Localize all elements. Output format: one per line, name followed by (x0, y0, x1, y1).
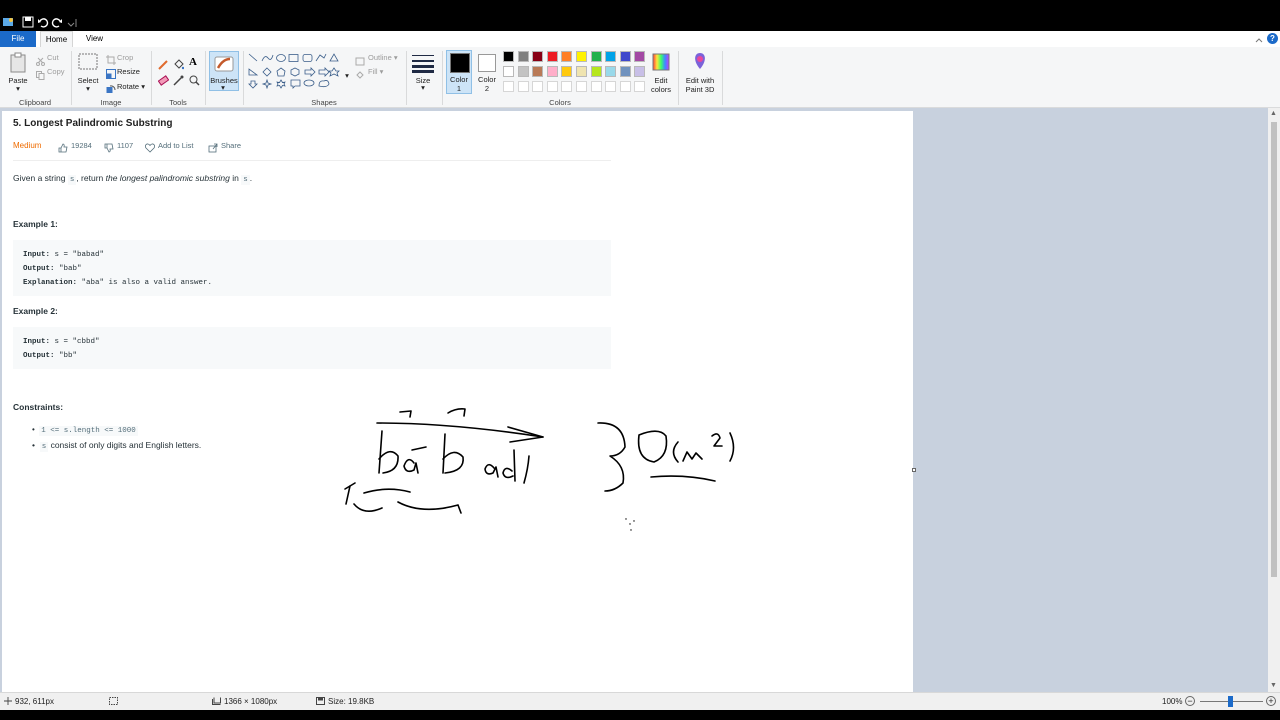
outline-button[interactable]: Outline ▾ (368, 53, 398, 62)
paint3d-label[interactable]: Edit with Paint 3D (680, 76, 720, 94)
scrollbar-thumb[interactable] (1271, 122, 1277, 577)
resize-button[interactable]: Resize (117, 67, 140, 76)
scroll-up-icon[interactable]: ▲ (1270, 110, 1277, 117)
color2-swatch[interactable] (478, 54, 496, 72)
rotate-icon (106, 81, 116, 99)
palette-swatch[interactable] (561, 51, 573, 62)
tools-group-label: Tools (169, 98, 187, 107)
shapes-scroll-icon[interactable]: ▾ (344, 71, 350, 80)
scroll-down-icon[interactable]: ▼ (1270, 682, 1277, 689)
palette-swatch[interactable] (532, 66, 544, 77)
palette-swatch[interactable] (590, 51, 602, 62)
cursor-position: 932, 611px (15, 697, 54, 706)
help-icon[interactable]: ? (1267, 33, 1278, 44)
custom-color-slot[interactable] (576, 81, 587, 92)
canvas-resize-handle[interactable] (912, 468, 916, 472)
palette-swatch[interactable] (576, 66, 587, 77)
palette-swatch[interactable] (634, 51, 646, 62)
palette-swatch[interactable] (576, 51, 587, 62)
image-dimensions-icon (212, 697, 221, 707)
undo-icon[interactable] (37, 16, 49, 28)
palette-swatch[interactable] (517, 51, 529, 62)
zoom-level: 100% (1162, 697, 1183, 706)
save-icon[interactable] (22, 16, 34, 28)
custom-color-slot[interactable] (634, 81, 646, 92)
image-group-label: Image (100, 98, 122, 107)
palette-swatch[interactable] (532, 51, 544, 62)
brushes-dropdown-icon[interactable]: ▾ (216, 83, 230, 92)
palette-swatch[interactable] (503, 51, 514, 62)
selection-size-icon (109, 697, 118, 707)
rotate-button[interactable]: Rotate ▾ (117, 82, 145, 91)
fill-icon (355, 67, 365, 85)
palette-swatch[interactable] (546, 51, 558, 62)
ribbon: Paste ▾ Cut Copy Clipboard Select ▾ Crop… (0, 47, 1280, 108)
status-bar: 932, 611px 1366 × 1080px Size: 19.8KB 10… (0, 692, 1280, 710)
color2-label: Color 2 (478, 75, 496, 93)
taskbar-edge (0, 710, 1280, 720)
custom-color-slot[interactable] (605, 81, 617, 92)
paste-icon[interactable] (9, 52, 27, 79)
paint3d-icon[interactable] (691, 52, 709, 77)
crop-button[interactable]: Crop (117, 53, 133, 62)
custom-color-slot[interactable] (532, 81, 544, 92)
file-size: Size: 19.8KB (328, 697, 375, 706)
colors-group-label: Colors (549, 98, 571, 107)
paint-app-icon (2, 16, 14, 28)
collapse-ribbon-icon[interactable] (1254, 33, 1264, 45)
palette-swatch[interactable] (619, 51, 631, 62)
magnifier-icon[interactable] (189, 73, 200, 91)
palette-swatch[interactable] (517, 66, 529, 77)
color1-swatch (450, 53, 470, 73)
custom-color-slot[interactable] (503, 81, 514, 92)
custom-color-slot[interactable] (517, 81, 529, 92)
color-picker-icon[interactable] (173, 73, 184, 91)
color1-label: Color 1 (450, 75, 468, 93)
zoom-slider-handle[interactable] (1228, 696, 1233, 707)
file-size-icon (316, 697, 325, 707)
cursor-position-icon (4, 697, 12, 707)
palette-swatch[interactable] (546, 66, 558, 77)
palette-swatch[interactable] (605, 51, 617, 62)
shapes-group-label: Shapes (311, 98, 337, 107)
eraser-icon[interactable] (157, 73, 170, 91)
size-dropdown-icon[interactable]: ▾ (416, 83, 430, 92)
tab-view[interactable]: View (78, 31, 111, 47)
edit-colors-label[interactable]: Edit colors (645, 76, 677, 94)
title-bar (0, 0, 1280, 31)
vertical-scrollbar[interactable]: ▲ ▼ (1268, 108, 1280, 692)
custom-color-slot[interactable] (619, 81, 631, 92)
palette-swatch[interactable] (561, 66, 573, 77)
ribbon-tabs: File Home View ? (0, 31, 1280, 47)
image-dimensions: 1366 × 1080px (224, 697, 278, 706)
zoom-in-button[interactable]: + (1266, 696, 1276, 706)
palette-swatch[interactable] (503, 66, 514, 77)
copy-icon (36, 67, 45, 85)
palette-swatch[interactable] (619, 66, 631, 77)
palette-swatch[interactable] (590, 66, 602, 77)
select-dropdown-icon[interactable]: ▾ (81, 84, 95, 93)
tab-file[interactable]: File (0, 31, 36, 47)
palette-swatch[interactable] (634, 66, 646, 77)
cut-button[interactable]: Cut (47, 53, 59, 62)
select-icon[interactable] (78, 53, 98, 76)
size-icon[interactable] (412, 53, 434, 78)
drawing-canvas[interactable]: 5. Longest Palindromic Substring Medium … (2, 111, 913, 692)
redo-icon[interactable] (51, 16, 63, 28)
fill-button[interactable]: Fill ▾ (368, 67, 383, 76)
customize-quick-access-icon[interactable] (65, 16, 77, 28)
palette-swatch[interactable] (605, 66, 617, 77)
tab-home[interactable]: Home (40, 31, 73, 47)
custom-color-slot[interactable] (546, 81, 558, 92)
custom-color-slot[interactable] (590, 81, 602, 92)
copy-button[interactable]: Copy (47, 67, 65, 76)
paste-dropdown-icon[interactable]: ▾ (11, 84, 25, 93)
zoom-out-button[interactable]: − (1185, 696, 1195, 706)
hand-drawn-sketch (344, 408, 735, 531)
text-tool-icon[interactable]: A (189, 56, 197, 68)
shapes-gallery[interactable] (248, 53, 344, 94)
custom-color-slot[interactable] (561, 81, 573, 92)
clipboard-group-label: Clipboard (18, 98, 52, 107)
edit-colors-icon[interactable] (652, 53, 670, 76)
